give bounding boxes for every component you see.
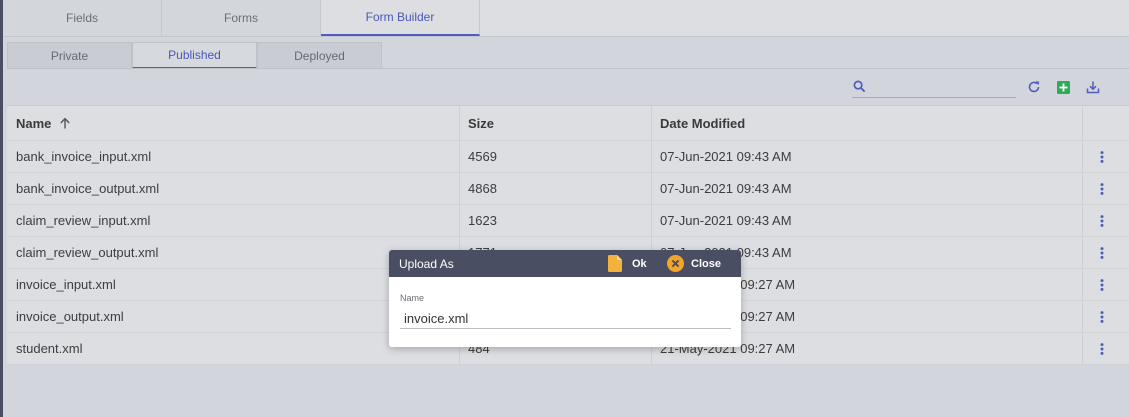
close-button[interactable]: Close — [667, 254, 721, 273]
table-row[interactable]: bank_invoice_output.xml 4868 07-Jun-2021… — [7, 173, 1129, 205]
cell-date: 07-Jun-2021 09:43 AM — [660, 181, 792, 196]
cell-name: bank_invoice_input.xml — [16, 149, 152, 164]
row-menu-button[interactable] — [1094, 141, 1110, 172]
tab-fields[interactable]: Fields — [3, 0, 162, 36]
close-button-label: Close — [691, 257, 721, 270]
ok-button-label: Ok — [632, 257, 647, 270]
cell-size: 4569 — [468, 149, 497, 164]
top-tab-bar: Fields Forms Form Builder — [3, 0, 1129, 37]
row-menu-button[interactable] — [1094, 333, 1110, 364]
more-vertical-icon — [1100, 278, 1104, 291]
table-row[interactable]: claim_review_input.xml 1623 07-Jun-2021 … — [7, 205, 1129, 237]
tab-forms[interactable]: Forms — [162, 0, 321, 36]
table-header-row: Name Size Date Modified — [7, 106, 1129, 141]
refresh-button[interactable] — [1026, 79, 1042, 95]
more-vertical-icon — [1100, 342, 1104, 355]
subtab-deployed[interactable]: Deployed — [257, 42, 382, 69]
sub-tab-bar: Private Published Deployed — [7, 42, 382, 69]
column-header-size[interactable]: Size — [468, 106, 494, 140]
add-icon — [1056, 80, 1070, 94]
column-header-name[interactable]: Name — [16, 106, 71, 140]
cell-name: invoice_input.xml — [16, 277, 116, 292]
more-vertical-icon — [1100, 150, 1104, 163]
tab-form-builder[interactable]: Form Builder — [321, 0, 480, 36]
more-vertical-icon — [1100, 246, 1104, 259]
row-menu-button[interactable] — [1094, 301, 1110, 332]
row-menu-button[interactable] — [1094, 269, 1110, 300]
sort-ascending-icon — [60, 117, 71, 129]
upload-as-dialog: Upload As Ok Close Name — [389, 250, 741, 347]
subtab-published[interactable]: Published — [132, 42, 257, 69]
row-menu-button[interactable] — [1094, 237, 1110, 268]
more-vertical-icon — [1100, 214, 1104, 227]
left-edge-bar — [0, 0, 3, 417]
dialog-header: Upload As Ok Close — [389, 250, 741, 277]
add-button[interactable] — [1055, 79, 1071, 95]
cell-name: bank_invoice_output.xml — [16, 181, 160, 196]
download-button[interactable] — [1085, 79, 1101, 95]
search-box — [852, 77, 1016, 98]
column-header-name-label: Name — [16, 115, 52, 131]
table-row[interactable]: bank_invoice_input.xml 4569 07-Jun-2021 … — [7, 141, 1129, 173]
row-menu-button[interactable] — [1094, 173, 1110, 204]
file-icon — [608, 255, 622, 272]
cell-name: student.xml — [16, 341, 83, 356]
cell-size: 4868 — [468, 181, 497, 196]
cell-name: claim_review_input.xml — [16, 213, 151, 228]
cell-name: invoice_output.xml — [16, 309, 124, 324]
row-menu-button[interactable] — [1094, 205, 1110, 236]
more-vertical-icon — [1100, 310, 1104, 323]
cell-date: 07-Jun-2021 09:43 AM — [660, 213, 792, 228]
ok-button[interactable]: Ok — [608, 254, 647, 273]
cell-date: 07-Jun-2021 09:43 AM — [660, 149, 792, 164]
cell-size: 1623 — [468, 213, 497, 228]
column-header-date[interactable]: Date Modified — [660, 106, 745, 140]
search-icon — [853, 80, 866, 93]
download-icon — [1086, 81, 1100, 94]
close-icon — [667, 255, 684, 272]
dialog-title: Upload As — [399, 257, 454, 271]
cell-name: claim_review_output.xml — [16, 245, 159, 260]
refresh-icon — [1028, 81, 1040, 93]
subtab-private[interactable]: Private — [7, 42, 132, 69]
name-field-label: Name — [400, 293, 425, 303]
sub-tab-divider — [7, 68, 1129, 69]
more-vertical-icon — [1100, 182, 1104, 195]
search-input[interactable] — [872, 79, 1012, 95]
name-field[interactable] — [400, 308, 731, 329]
